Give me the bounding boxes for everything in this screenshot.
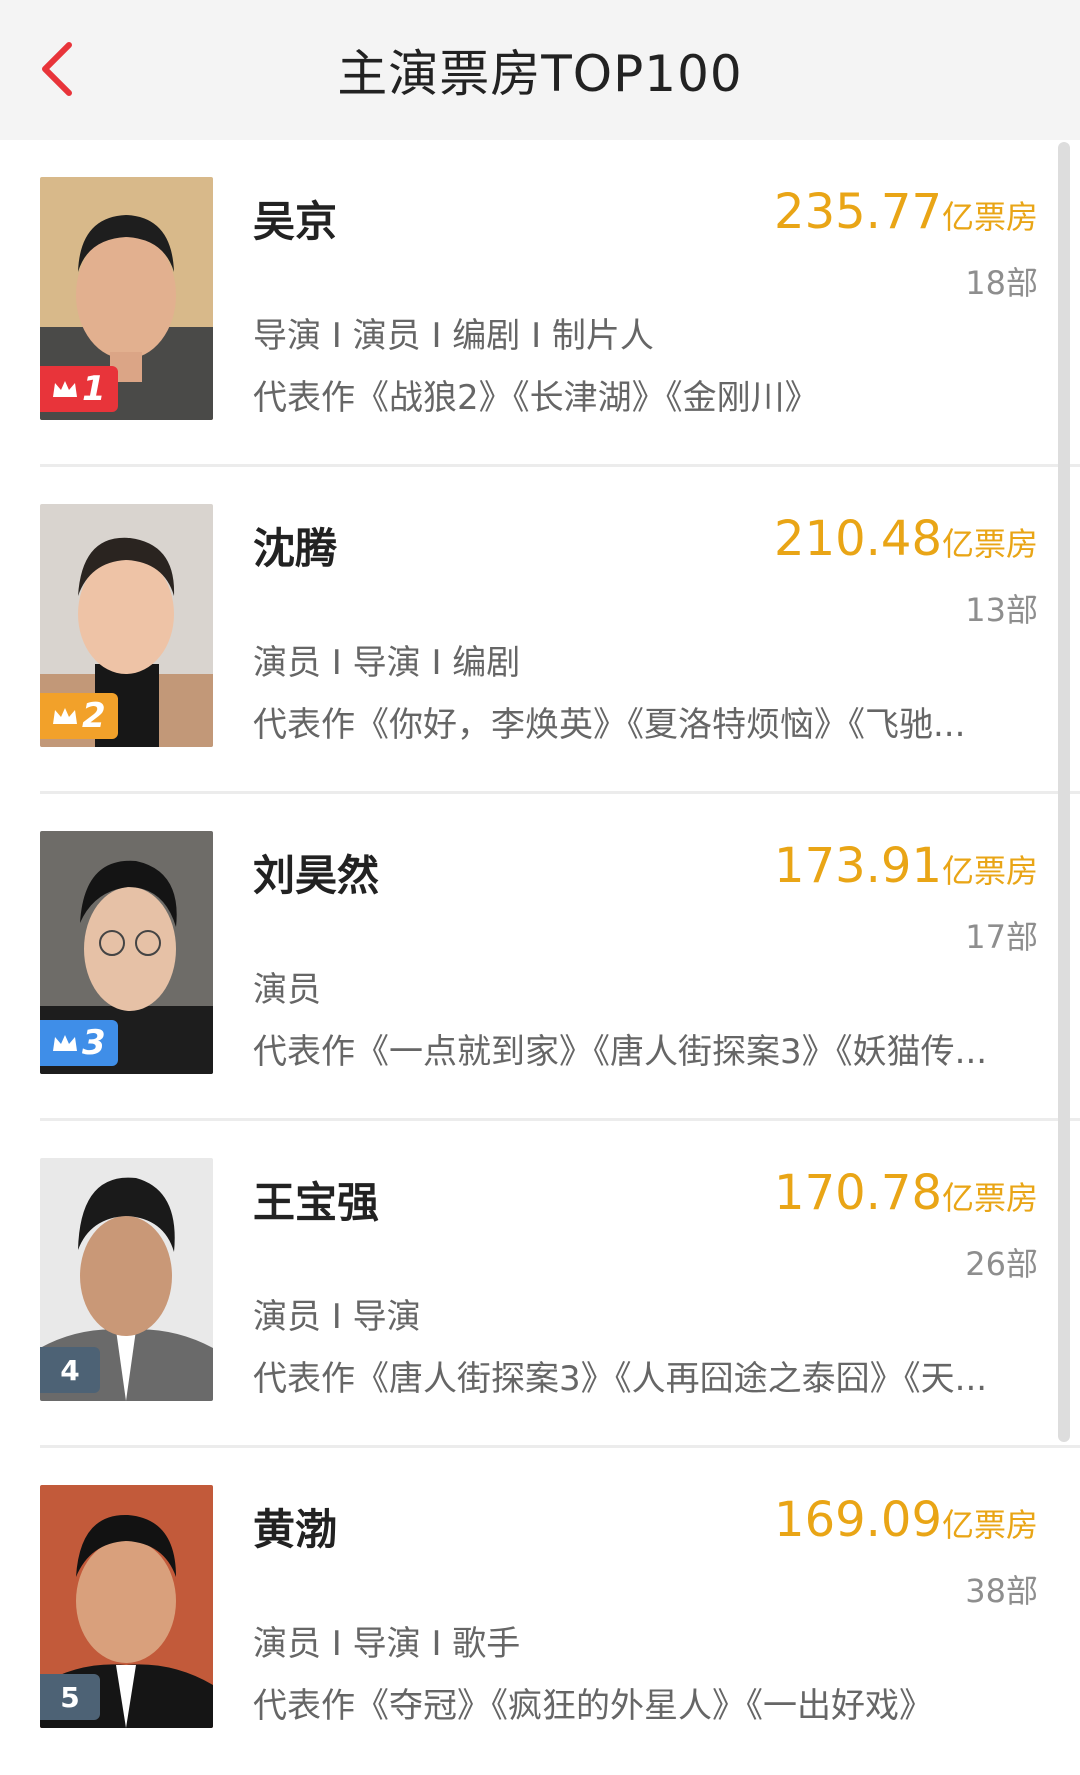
list-item[interactable]: 1 吴京 235.77 亿票房 18部 导演 I 演员 I 编剧 I 制片人 代表… <box>0 140 1080 467</box>
actor-name: 黄渤 <box>253 1505 338 1554</box>
actor-name: 吴京 <box>253 197 338 246</box>
back-button[interactable] <box>22 34 92 104</box>
box-office: 235.77 亿票房 <box>774 184 1038 240</box>
box-office: 170.78 亿票房 <box>774 1165 1038 1221</box>
roles: 演员 I 导演 I 编剧 <box>253 643 521 683</box>
list-item[interactable]: 2 沈腾 210.48 亿票房 13部 演员 I 导演 I 编剧 代表作《你好，李… <box>0 467 1080 794</box>
roles: 演员 <box>253 970 321 1010</box>
box-office: 169.09 亿票房 <box>774 1492 1038 1548</box>
list-item[interactable]: 5 黄渤 169.09 亿票房 38部 演员 I 导演 I 歌手 代表作《夺冠》《… <box>0 1448 1080 1775</box>
avatar: 4 <box>40 1158 213 1401</box>
roles: 导演 I 演员 I 编剧 I 制片人 <box>253 316 654 356</box>
page-title: 主演票房TOP100 <box>337 45 743 103</box>
film-count: 38部 <box>965 1572 1038 1610</box>
film-count: 17部 <box>965 918 1038 956</box>
roles: 演员 I 导演 <box>253 1297 421 1337</box>
representative-works: 代表作《唐人街探案3》《人再囧途之泰囧》《天... <box>253 1359 988 1399</box>
crown-icon <box>53 708 77 724</box>
rank-badge: 3 <box>40 1020 118 1066</box>
roles: 演员 I 导演 I 歌手 <box>253 1624 521 1664</box>
avatar: 2 <box>40 504 213 747</box>
top-bar: 主演票房TOP100 <box>0 0 1080 140</box>
box-office: 210.48 亿票房 <box>774 511 1038 567</box>
list-item[interactable]: 3 刘昊然 173.91 亿票房 17部 演员 代表作《一点就到家》《唐人街探案3… <box>0 794 1080 1121</box>
rank-badge: 4 <box>40 1347 100 1393</box>
rank-badge: 2 <box>40 693 118 739</box>
avatar: 1 <box>40 177 213 420</box>
actor-name: 沈腾 <box>253 524 338 573</box>
representative-works: 代表作《一点就到家》《唐人街探案3》《妖猫传... <box>253 1032 988 1072</box>
crown-icon <box>53 381 77 397</box>
representative-works: 代表作《战狼2》《长津湖》《金刚川》 <box>253 378 819 418</box>
rank-badge: 5 <box>40 1674 100 1720</box>
rank-badge: 1 <box>40 366 118 412</box>
film-count: 13部 <box>965 591 1038 629</box>
actor-name: 王宝强 <box>253 1178 380 1227</box>
avatar: 5 <box>40 1485 213 1728</box>
box-office: 173.91 亿票房 <box>774 838 1038 894</box>
scrollbar[interactable] <box>1058 142 1070 1442</box>
film-count: 26部 <box>965 1245 1038 1283</box>
avatar: 3 <box>40 831 213 1074</box>
representative-works: 代表作《夺冠》《疯狂的外星人》《一出好戏》 <box>253 1686 933 1726</box>
list-item[interactable]: 4 王宝强 170.78 亿票房 26部 演员 I 导演 代表作《唐人街探案3》《… <box>0 1121 1080 1448</box>
chevron-left-icon <box>42 42 72 96</box>
representative-works: 代表作《你好，李焕英》《夏洛特烦恼》《飞驰... <box>253 705 966 745</box>
actor-name: 刘昊然 <box>253 851 380 900</box>
crown-icon <box>53 1035 77 1051</box>
film-count: 18部 <box>965 264 1038 302</box>
